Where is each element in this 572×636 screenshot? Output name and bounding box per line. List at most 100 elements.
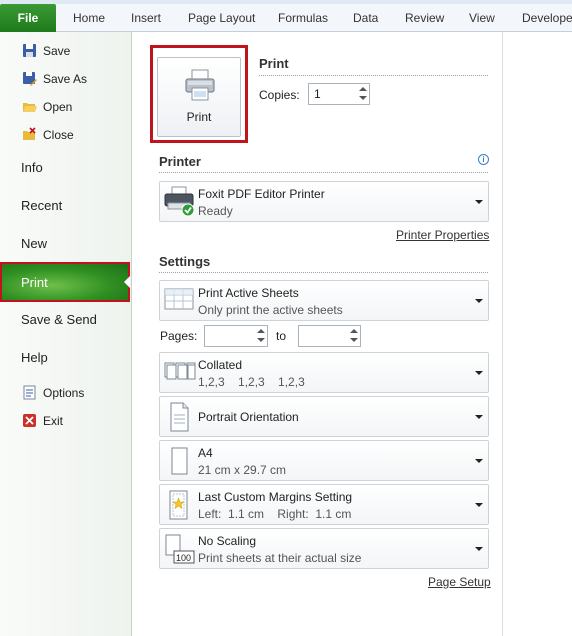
copies-spin-arrows[interactable] — [357, 85, 368, 103]
collation-subtitle: 1,2,3 1,2,3 1,2,3 — [198, 375, 305, 389]
nav-info-label: Info — [21, 160, 43, 175]
nav-close[interactable]: Close — [0, 122, 132, 148]
nav-help[interactable]: Help — [0, 341, 132, 375]
custom-margins-icon — [164, 489, 194, 524]
tab-view[interactable]: View — [469, 4, 495, 32]
print-what-subtitle: Only print the active sheets — [198, 303, 343, 317]
save-icon — [22, 43, 37, 58]
nav-new-label: New — [21, 236, 48, 251]
tab-formulas[interactable]: Formulas — [278, 4, 328, 32]
spin-up-icon[interactable] — [359, 87, 367, 91]
info-icon[interactable]: i — [478, 154, 489, 165]
spin-up-icon[interactable] — [350, 329, 358, 333]
nav-options[interactable]: Options — [0, 380, 132, 406]
pages-from-stepper[interactable] — [204, 325, 268, 347]
nav-save-send-label: Save & Send — [21, 312, 97, 327]
chevron-down-icon — [475, 547, 483, 551]
nav-recent-label: Recent — [21, 198, 63, 213]
copies-label: Copies: — [259, 88, 300, 102]
printer-heading: Printer — [159, 154, 201, 169]
printer-icon — [185, 68, 215, 107]
chevron-down-icon — [475, 415, 483, 419]
nav-options-label: Options — [43, 386, 85, 400]
tab-review[interactable]: Review — [405, 4, 444, 32]
printer-status: Ready — [198, 204, 233, 218]
tab-page-layout[interactable]: Page Layout — [188, 4, 255, 32]
collation-title: Collated — [198, 358, 243, 372]
close-folder-icon — [22, 127, 37, 142]
no-scaling-icon: 100 — [164, 533, 196, 570]
chevron-down-icon — [475, 371, 483, 375]
printer-heading-rule — [159, 172, 488, 173]
nav-save-send[interactable]: Save & Send — [0, 303, 132, 337]
margins-title: Last Custom Margins Setting — [198, 490, 353, 504]
scaling-title: No Scaling — [198, 534, 257, 548]
chevron-down-icon — [475, 503, 483, 507]
paper-size-subtitle: 21 cm x 29.7 cm — [198, 463, 287, 477]
chevron-down-icon — [475, 459, 483, 463]
page-setup-link[interactable]: Page Setup — [428, 575, 491, 589]
nav-exit[interactable]: Exit — [0, 408, 132, 434]
print-button-label: Print — [186, 110, 212, 124]
print-button[interactable]: Print — [157, 57, 241, 137]
tab-file[interactable]: File — [0, 4, 56, 32]
pages-label: Pages: — [160, 329, 198, 343]
spin-up-icon[interactable] — [257, 329, 265, 333]
options-icon — [22, 385, 37, 400]
orientation-dropdown[interactable]: Portrait Orientation — [159, 396, 489, 437]
copies-value: 1 — [314, 87, 321, 101]
ribbon-tab-bar: File Home Insert Page Layout Formulas Da… — [0, 0, 572, 32]
tab-data[interactable]: Data — [353, 4, 378, 32]
margins-subtitle: Left: 1.1 cm Right: 1.1 cm — [198, 507, 352, 521]
print-what-title: Print Active Sheets — [198, 286, 299, 300]
printer-dropdown[interactable]: Foxit PDF Editor Printer Ready — [159, 181, 489, 222]
scaling-subtitle: Print sheets at their actual size — [198, 551, 362, 565]
spin-down-icon[interactable] — [359, 96, 367, 100]
collated-icon — [164, 357, 196, 390]
pages-to-label: to — [276, 329, 287, 343]
save-as-icon — [22, 71, 37, 86]
nav-save-as-label: Save As — [43, 72, 88, 86]
nav-open-label: Open — [43, 100, 73, 114]
pages-to-spin-arrows[interactable] — [348, 327, 359, 345]
pages-from-spin-arrows[interactable] — [255, 327, 266, 345]
portrait-page-icon — [164, 401, 194, 436]
tab-home[interactable]: Home — [73, 4, 105, 32]
svg-text:100: 100 — [176, 553, 191, 563]
nav-help-label: Help — [21, 350, 48, 365]
print-heading-rule — [259, 75, 488, 76]
margins-dropdown[interactable]: Last Custom Margins Setting Left: 1.1 cm… — [159, 484, 489, 525]
open-folder-icon — [22, 99, 37, 114]
pane-divider — [502, 32, 503, 636]
spin-down-icon[interactable] — [257, 338, 265, 342]
nav-close-label: Close — [43, 128, 74, 142]
printer-name: Foxit PDF Editor Printer — [198, 187, 325, 201]
nav-save[interactable]: Save — [0, 38, 132, 64]
printer-properties-link[interactable]: Printer Properties — [396, 228, 489, 242]
scaling-dropdown[interactable]: 100 No Scaling Print sheets at their act… — [159, 528, 489, 569]
printer-ready-icon — [164, 186, 196, 223]
nav-recent[interactable]: Recent — [0, 189, 132, 223]
nav-open[interactable]: Open — [0, 94, 132, 120]
selection-arrow-icon — [124, 276, 130, 288]
exit-icon — [22, 413, 37, 428]
nav-save-as[interactable]: Save As — [0, 66, 132, 92]
nav-print-selected[interactable]: Print — [0, 262, 130, 302]
spin-down-icon[interactable] — [350, 338, 358, 342]
print-heading: Print — [259, 56, 289, 71]
active-sheets-icon — [164, 285, 194, 318]
orientation-title: Portrait Orientation — [198, 410, 299, 424]
print-what-dropdown[interactable]: Print Active Sheets Only print the activ… — [159, 280, 489, 321]
paper-size-dropdown[interactable]: A4 21 cm x 29.7 cm — [159, 440, 489, 481]
collation-dropdown[interactable]: Collated 1,2,3 1,2,3 1,2,3 — [159, 352, 489, 393]
settings-heading: Settings — [159, 254, 211, 269]
nav-info[interactable]: Info — [0, 151, 132, 185]
tab-insert[interactable]: Insert — [131, 4, 161, 32]
pages-to-stepper[interactable] — [298, 325, 361, 347]
chevron-down-icon — [475, 299, 483, 303]
nav-save-label: Save — [43, 44, 71, 58]
copies-stepper[interactable]: 1 — [308, 83, 370, 105]
paper-size-title: A4 — [198, 446, 213, 460]
nav-new[interactable]: New — [0, 227, 132, 261]
tab-developer[interactable]: Developer — [522, 4, 572, 32]
